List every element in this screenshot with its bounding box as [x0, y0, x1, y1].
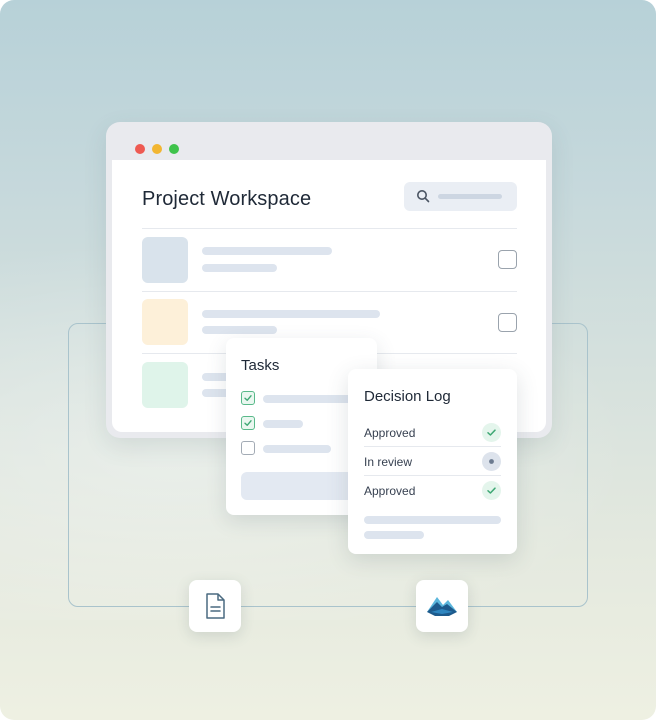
search-input[interactable]: [404, 182, 517, 211]
task-action-button[interactable]: [241, 472, 361, 500]
row-subtitle-placeholder: [202, 264, 277, 272]
row-thumbnail: [142, 237, 188, 283]
decision-log-title: Decision Log: [364, 388, 451, 405]
task-checkbox-checked[interactable]: [241, 416, 255, 430]
document-app-tile[interactable]: [189, 580, 241, 632]
row-checkbox[interactable]: [498, 250, 517, 269]
close-window-button[interactable]: [135, 144, 145, 154]
row-title-placeholder: [202, 247, 332, 255]
row-thumbnail: [142, 299, 188, 345]
row-thumbnail: [142, 362, 188, 408]
minimize-window-button[interactable]: [152, 144, 162, 154]
decision-item-label: In review: [364, 455, 413, 469]
document-icon: [206, 593, 225, 619]
row-title-placeholder: [202, 310, 380, 318]
task-label-placeholder: [263, 445, 331, 453]
check-icon: [244, 420, 252, 426]
task-label-placeholder: [263, 420, 303, 428]
search-icon: [417, 190, 430, 203]
decision-item-label: Approved: [364, 484, 416, 498]
maximize-window-button[interactable]: [169, 144, 179, 154]
task-checkbox-checked[interactable]: [241, 391, 255, 405]
decision-note-placeholder: [364, 516, 501, 524]
decision-note-placeholder: [364, 531, 424, 539]
check-icon: [482, 481, 501, 500]
decision-item-label: Approved: [364, 426, 416, 440]
tasks-title: Tasks: [241, 357, 280, 374]
search-placeholder-bar: [438, 194, 502, 199]
mountain-app-tile[interactable]: [416, 580, 468, 632]
page-title: Project Workspace: [142, 188, 312, 210]
decision-divider: [364, 446, 501, 447]
window-titlebar: [112, 128, 546, 160]
pending-dot-icon: [482, 452, 501, 471]
check-icon: [482, 423, 501, 442]
row-divider: [142, 228, 517, 229]
row-checkbox[interactable]: [498, 313, 517, 332]
decision-log-card: Decision Log Approved In review Approved: [348, 369, 517, 554]
decision-divider: [364, 475, 501, 476]
row-divider: [142, 291, 517, 292]
background-canvas: Project Workspace Tasks Decision Log App…: [0, 0, 656, 720]
mountain-logo-icon: [427, 597, 457, 616]
task-checkbox-unchecked[interactable]: [241, 441, 255, 455]
check-icon: [244, 395, 252, 401]
row-subtitle-placeholder: [202, 326, 277, 334]
